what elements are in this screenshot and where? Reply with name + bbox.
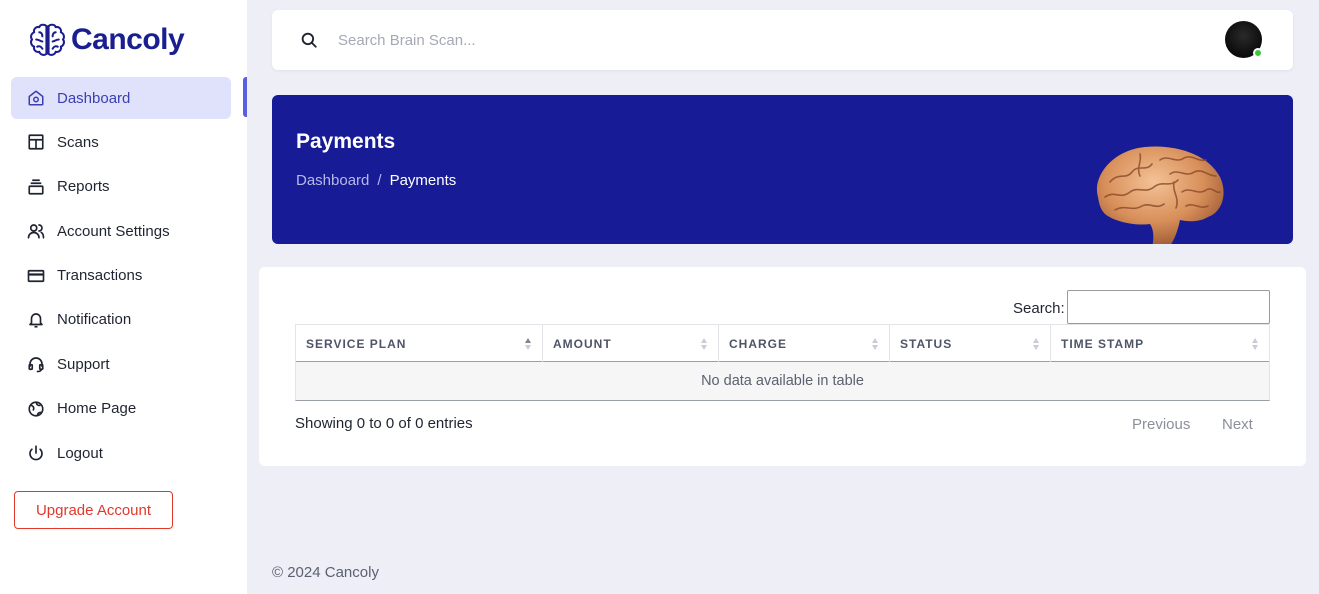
- home-icon: [27, 89, 45, 107]
- table-search-input[interactable]: [1067, 290, 1270, 324]
- next-page-button[interactable]: Next: [1222, 416, 1253, 433]
- users-icon: [27, 222, 45, 240]
- sidebar-item-home-page[interactable]: Home Page: [11, 388, 231, 430]
- sidebar-item-notification[interactable]: Notification: [11, 299, 231, 341]
- table-header-row: SERVICE PLAN AMOUNT CHARGE STATUS TIME S…: [295, 324, 1270, 362]
- sidebar-nav: Dashboard Scans Reports Account Settings…: [11, 77, 231, 477]
- column-header-amount[interactable]: AMOUNT: [542, 325, 718, 362]
- payments-table-card: Search: SERVICE PLAN AMOUNT CHARGE STATU…: [259, 267, 1306, 466]
- sort-icon: [872, 338, 879, 350]
- avatar[interactable]: [1225, 21, 1263, 58]
- sidebar-item-label: Dashboard: [57, 89, 131, 107]
- sidebar: Cancoly Dashboard Scans Reports Account …: [0, 0, 247, 594]
- column-header-label: STATUS: [900, 336, 953, 351]
- column-header-service-plan[interactable]: SERVICE PLAN: [295, 325, 542, 362]
- breadcrumb-dashboard-link[interactable]: Dashboard: [296, 172, 369, 189]
- sort-icon: [525, 338, 532, 350]
- sidebar-item-label: Account Settings: [57, 222, 170, 240]
- payments-table: SERVICE PLAN AMOUNT CHARGE STATUS TIME S…: [295, 324, 1270, 401]
- sidebar-item-label: Scans: [57, 133, 99, 151]
- column-header-label: SERVICE PLAN: [306, 336, 407, 351]
- brain-logo-icon: [30, 23, 65, 56]
- credit-card-icon: [27, 267, 45, 285]
- layout-icon: [27, 133, 45, 151]
- previous-page-button[interactable]: Previous: [1132, 416, 1190, 433]
- sidebar-item-logout[interactable]: Logout: [11, 432, 231, 474]
- table-search-label: Search:: [1013, 300, 1065, 317]
- upgrade-account-button[interactable]: Upgrade Account: [14, 491, 173, 529]
- sidebar-item-label: Reports: [57, 178, 110, 196]
- sidebar-item-transactions[interactable]: Transactions: [11, 255, 231, 297]
- empty-table-row: No data available in table: [295, 362, 1270, 401]
- page-title: Payments: [296, 130, 396, 153]
- headset-icon: [27, 355, 45, 373]
- logo[interactable]: Cancoly: [27, 19, 185, 61]
- sidebar-item-dashboard[interactable]: Dashboard: [11, 77, 231, 119]
- sidebar-item-support[interactable]: Support: [11, 343, 231, 385]
- active-indicator: [243, 77, 247, 117]
- footer-copyright: © 2024 Cancoly: [272, 564, 379, 581]
- stack-icon: [27, 178, 45, 196]
- column-header-charge[interactable]: CHARGE: [718, 325, 889, 362]
- search-icon: [300, 31, 318, 49]
- sidebar-item-reports[interactable]: Reports: [11, 166, 231, 208]
- table-info: Showing 0 to 0 of 0 entries: [295, 415, 473, 432]
- sidebar-item-scans[interactable]: Scans: [11, 121, 231, 163]
- top-search-bar: [272, 10, 1293, 70]
- column-header-status[interactable]: STATUS: [889, 325, 1050, 362]
- online-status-dot: [1253, 48, 1263, 58]
- column-header-label: TIME STAMP: [1061, 336, 1145, 351]
- sidebar-item-label: Transactions: [57, 267, 143, 285]
- globe-icon: [27, 400, 45, 418]
- brain-illustration: [1096, 146, 1224, 244]
- brain-scan-search-input[interactable]: [338, 26, 838, 54]
- column-header-time-stamp[interactable]: TIME STAMP: [1050, 325, 1270, 362]
- sidebar-item-label: Home Page: [57, 400, 137, 418]
- breadcrumb-separator: /: [377, 172, 382, 189]
- sort-icon: [701, 338, 708, 350]
- sort-icon: [1252, 338, 1259, 350]
- page-header-banner: Payments Dashboard / Payments: [272, 95, 1293, 244]
- app-name: Cancoly: [71, 23, 185, 56]
- breadcrumb-current: Payments: [389, 172, 457, 189]
- sidebar-item-label: Notification: [57, 311, 132, 329]
- sidebar-item-label: Logout: [57, 444, 103, 462]
- sort-icon: [1033, 338, 1040, 350]
- column-header-label: AMOUNT: [553, 336, 612, 351]
- breadcrumb: Dashboard / Payments: [296, 172, 456, 189]
- column-header-label: CHARGE: [729, 336, 788, 351]
- bell-icon: [27, 311, 45, 329]
- sidebar-item-label: Support: [57, 355, 110, 373]
- power-icon: [27, 444, 45, 462]
- sidebar-item-account-settings[interactable]: Account Settings: [11, 210, 231, 252]
